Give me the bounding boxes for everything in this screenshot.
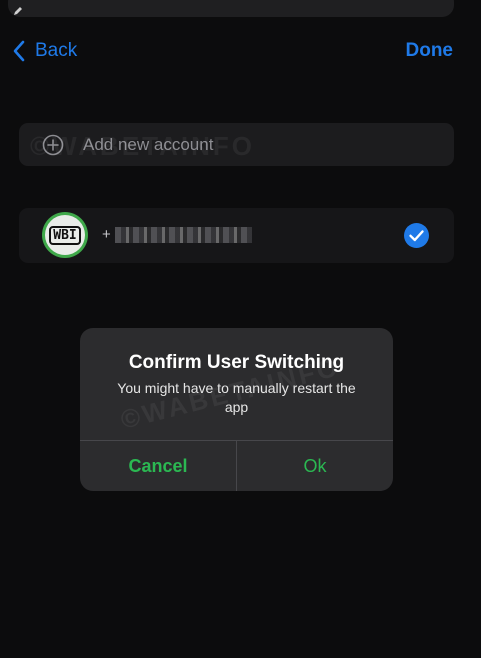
ok-button[interactable]: Ok [237,441,393,491]
checkmark-circle-icon [404,223,429,248]
back-label: Back [35,40,78,61]
dialog-title: Confirm User Switching [128,352,345,373]
top-search-bar[interactable] [8,0,454,17]
avatar: WBI [42,212,88,258]
avatar-text: WBI [49,225,81,245]
dialog-message: You might have to manually restart the a… [117,380,356,415]
chevron-left-icon [13,40,25,62]
back-button[interactable]: Back [12,36,77,66]
avatar-inner: WBI [45,215,85,255]
nav-bar: Back Done [0,36,481,66]
add-new-account-row[interactable]: Add new account [19,123,454,166]
phone-prefix: + [102,226,111,243]
top-bar [0,0,481,18]
plus-circle-icon [42,134,64,155]
redacted-phone-number [115,227,252,243]
account-row[interactable]: WBI + [19,208,454,263]
confirm-dialog: Confirm User Switching You might have to… [80,328,393,491]
add-account-label: Add new account [83,134,214,154]
cancel-button[interactable]: Cancel [80,441,236,491]
done-button[interactable]: Done [406,36,454,66]
pencil-icon[interactable] [13,6,23,16]
